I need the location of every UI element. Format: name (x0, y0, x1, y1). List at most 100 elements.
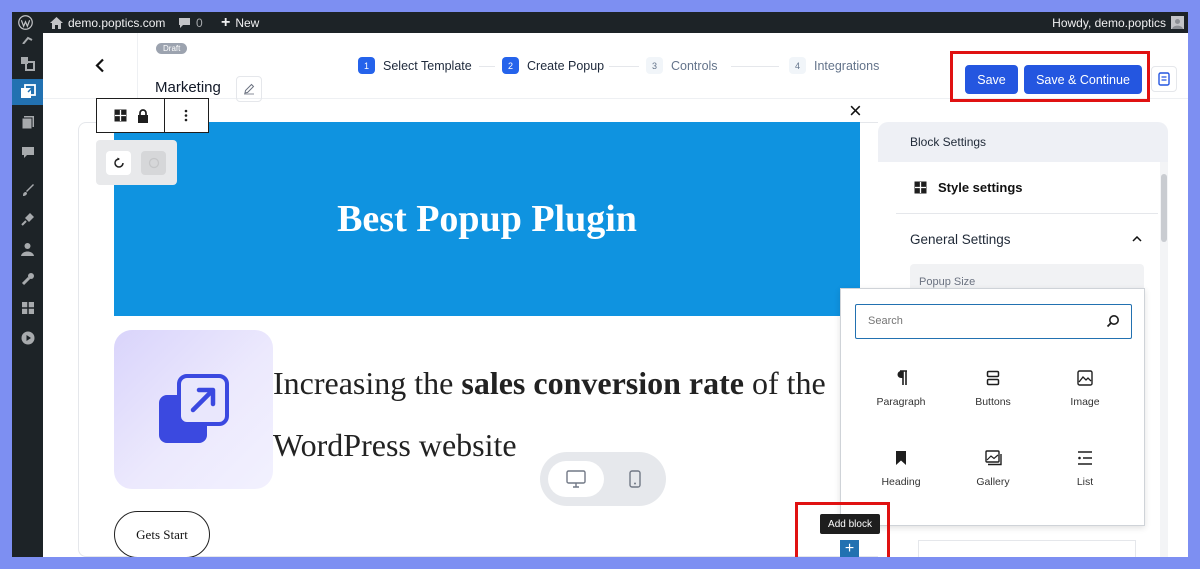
settings-panel-header: Block Settings (878, 122, 1168, 162)
style-settings-row[interactable]: Style settings (896, 162, 1158, 214)
popup-banner[interactable]: Best Popup Plugin (114, 122, 860, 316)
hidden-control-row (918, 540, 1136, 557)
avatar (1171, 16, 1184, 29)
block-image[interactable]: Image (1039, 370, 1131, 408)
popup-image[interactable] (114, 330, 273, 489)
buttons-icon (986, 370, 1000, 386)
mobile-icon (629, 470, 641, 488)
menu-item-comments[interactable] (12, 139, 43, 165)
plugin-icon (20, 213, 34, 226)
wp-admin-bar: demo.poptics.com 0 + New Howdy, demo.pop… (12, 12, 1188, 33)
new-content-link[interactable]: + New (221, 12, 259, 33)
editor-header: Draft Marketing 1 Select Template 2 Crea… (43, 33, 1188, 102)
comment-icon (179, 17, 190, 28)
popup-size-label: Popup Size (919, 276, 976, 288)
list-icon (1078, 451, 1092, 465)
step-label: Create Popup (527, 58, 605, 73)
menu-item-dashboard[interactable] (12, 27, 43, 53)
edit-title-button[interactable] (236, 76, 262, 102)
step-controls[interactable]: 3 Controls (646, 57, 718, 74)
settings-scrollbar[interactable] (1160, 162, 1168, 557)
block-type-button[interactable] (109, 99, 132, 132)
lock-icon (138, 108, 148, 123)
step-label: Controls (671, 58, 718, 73)
general-settings-label: General Settings (910, 231, 1011, 247)
heading-bookmark-icon (896, 451, 906, 465)
block-label: List (1076, 476, 1094, 488)
howdy-text: Howdy, demo.poptics (1052, 15, 1166, 30)
layout-block-icon (914, 181, 927, 194)
desktop-view-button[interactable] (548, 461, 604, 497)
popup-plugin-icon (20, 57, 35, 71)
block-gallery[interactable]: Gallery (947, 450, 1039, 488)
paintbrush-icon (22, 184, 34, 196)
menu-item-pages[interactable] (12, 109, 43, 135)
popup-title: Marketing (155, 79, 221, 96)
scrollbar-thumb[interactable] (1161, 174, 1167, 242)
undo-button[interactable] (106, 151, 131, 175)
rotate-icon (113, 157, 124, 168)
user-icon (1172, 19, 1183, 29)
popup-close-button[interactable]: × (849, 100, 862, 122)
block-buttons[interactable]: Buttons (947, 370, 1039, 408)
menu-item-tools[interactable] (12, 266, 43, 292)
step-label: Select Template (383, 58, 472, 73)
menu-item-settings[interactable] (12, 295, 43, 321)
step-connector (609, 66, 639, 67)
step-connector (479, 66, 495, 67)
status-badge: Draft (156, 43, 188, 54)
comments-count: 0 (196, 15, 203, 30)
wp-admin-menu (12, 33, 43, 557)
block-paragraph[interactable]: Paragraph (855, 370, 947, 408)
block-search-field (855, 304, 1132, 339)
general-settings-row[interactable]: General Settings (896, 214, 1158, 264)
menu-item-media-player[interactable] (12, 325, 43, 351)
menu-item-poptics[interactable] (12, 51, 43, 77)
external-square-icon (20, 84, 36, 98)
block-label: Image (1070, 396, 1100, 408)
block-label: Paragraph (876, 396, 926, 408)
desktop-icon (566, 470, 586, 488)
block-list[interactable]: List (1039, 450, 1131, 488)
menu-item-plugins[interactable] (12, 206, 43, 232)
gallery-icon (984, 450, 1002, 466)
step-integrations[interactable]: 4 Integrations (789, 57, 879, 74)
image-icon (1077, 370, 1093, 386)
block-search-input[interactable] (856, 305, 1096, 337)
highlight-box-add-block (795, 502, 890, 557)
site-name-link[interactable]: demo.poptics.com (50, 12, 165, 33)
menu-item-appearance[interactable] (12, 177, 43, 203)
block-heading[interactable]: Heading (855, 450, 947, 488)
redo-button[interactable] (141, 151, 166, 175)
sidebar-toggle-button[interactable] (1151, 66, 1177, 92)
device-preview-toggle (540, 452, 666, 506)
comments-link[interactable]: 0 (178, 12, 203, 33)
highlight-box-save (950, 51, 1150, 102)
paragraph-icon (897, 370, 907, 385)
pin-icon (22, 36, 33, 44)
menu-item-popups-active[interactable] (12, 79, 43, 105)
step-label: Integrations (814, 58, 880, 73)
plus-icon: + (221, 13, 231, 31)
menu-item-users[interactable] (12, 236, 43, 262)
new-label: New (235, 15, 260, 30)
step-create-popup[interactable]: 2 Create Popup (502, 57, 604, 74)
chevron-left-icon (95, 58, 104, 72)
back-button[interactable] (88, 53, 112, 77)
external-link-square-icon (158, 373, 229, 443)
vertical-dots-icon (184, 109, 188, 122)
mobile-view-button[interactable] (612, 461, 658, 497)
lock-button[interactable] (132, 99, 154, 132)
comments-icon (21, 146, 34, 158)
step-number: 4 (789, 57, 806, 74)
pages-icon (21, 116, 34, 129)
document-icon (1158, 72, 1170, 86)
step-select-template[interactable]: 1 Select Template (358, 57, 472, 74)
undo-redo-group (96, 140, 177, 185)
cta-button[interactable]: Gets Start (114, 511, 210, 557)
account-menu[interactable]: Howdy, demo.poptics (1052, 12, 1184, 33)
step-number: 1 (358, 57, 375, 74)
settings-grid-icon (21, 302, 34, 314)
site-name: demo.poptics.com (68, 15, 166, 30)
more-options-button[interactable] (165, 99, 207, 132)
